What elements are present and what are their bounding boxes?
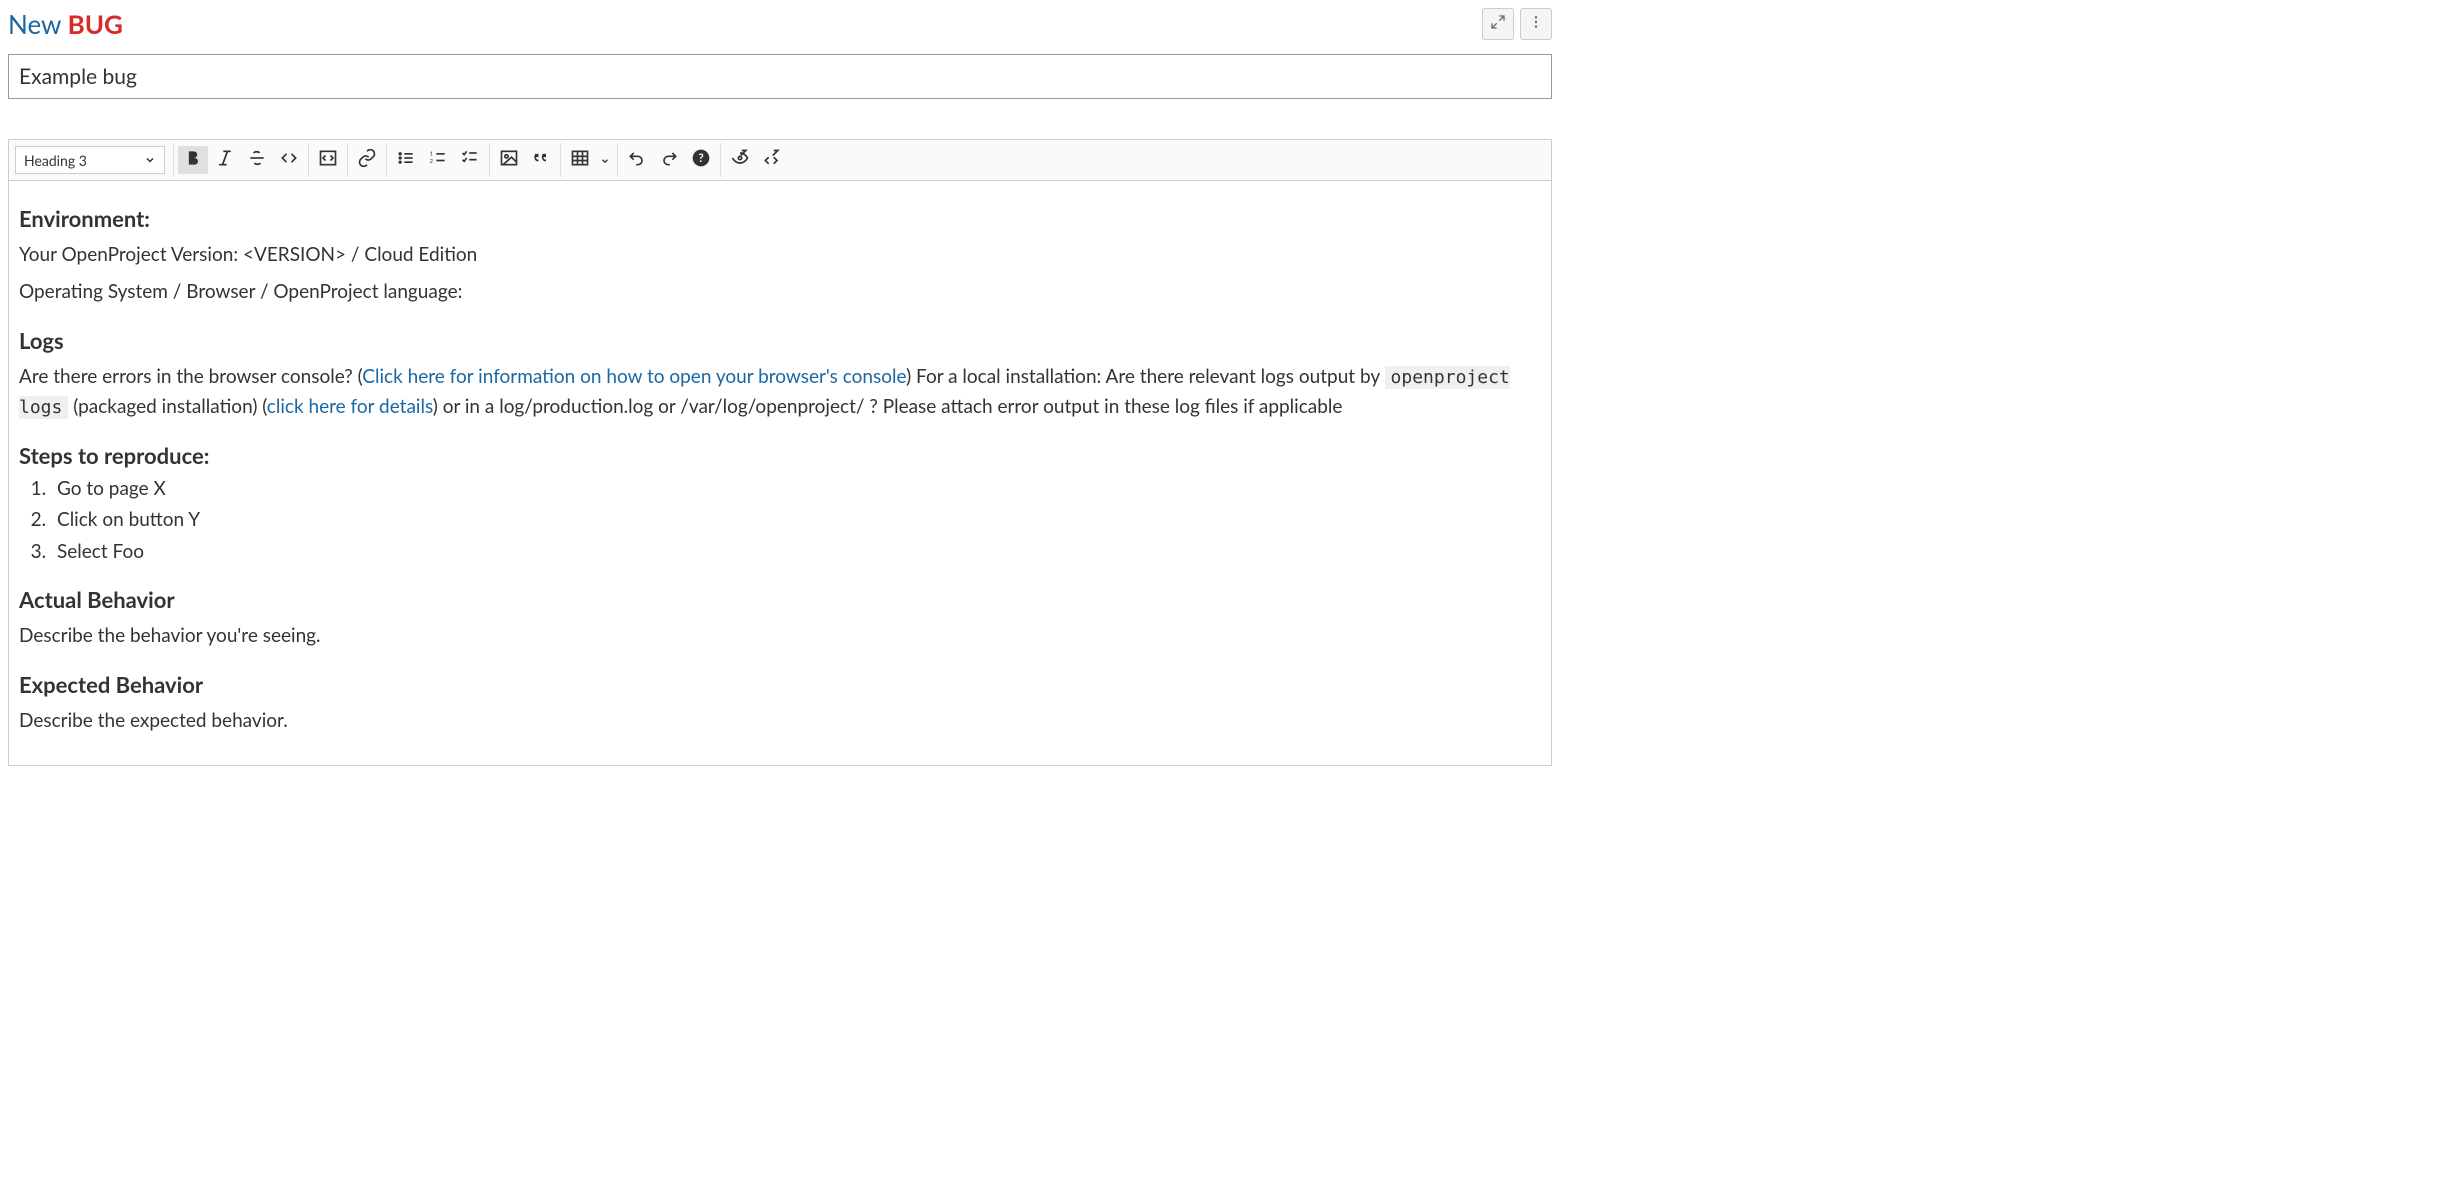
kebab-icon xyxy=(1528,14,1544,34)
bullet-list-icon xyxy=(396,148,416,172)
redo-icon xyxy=(659,148,679,172)
chevron-down-icon xyxy=(144,152,156,169)
rich-text-editor: Heading 3 xyxy=(8,139,1552,766)
image-icon xyxy=(499,148,519,172)
title-type-label: BUG xyxy=(68,8,123,40)
editor-content[interactable]: Environment: Your OpenProject Version: <… xyxy=(9,181,1551,765)
logs-heading: Logs xyxy=(19,327,1541,354)
strikethrough-button[interactable] xyxy=(242,146,272,174)
bold-button[interactable] xyxy=(178,146,208,174)
undo-button[interactable] xyxy=(622,146,652,174)
italic-icon xyxy=(215,148,235,172)
more-actions-button[interactable] xyxy=(1520,8,1552,40)
actual-behavior-heading: Actual Behavior xyxy=(19,586,1541,613)
code-block-icon xyxy=(318,148,338,172)
expected-behavior-text: Describe the expected behavior. xyxy=(19,706,1541,735)
heading-dropdown[interactable]: Heading 3 xyxy=(15,146,165,174)
svg-text:2: 2 xyxy=(430,158,434,165)
table-dropdown-button[interactable] xyxy=(597,146,613,174)
table-button[interactable] xyxy=(565,146,595,174)
title-new-label: New xyxy=(8,8,61,40)
step-item: Go to page X xyxy=(51,475,1541,504)
environment-version-line: Your OpenProject Version: <VERSION> / Cl… xyxy=(19,240,1541,269)
image-button[interactable] xyxy=(494,146,524,174)
expand-icon xyxy=(1490,14,1506,34)
svg-text:?: ? xyxy=(698,151,703,165)
quote-icon xyxy=(531,148,551,172)
help-icon: ? xyxy=(691,148,711,172)
steps-heading: Steps to reproduce: xyxy=(19,442,1541,469)
help-button[interactable]: ? xyxy=(686,146,716,174)
link-button[interactable] xyxy=(352,146,382,174)
environment-os-line: Operating System / Browser / OpenProject… xyxy=(19,277,1541,306)
chevron-down-icon xyxy=(600,151,610,170)
todo-list-icon xyxy=(460,148,480,172)
subject-input[interactable] xyxy=(8,54,1552,99)
logs-console-link[interactable]: Click here for information on how to ope… xyxy=(362,365,906,388)
environment-heading: Environment: xyxy=(19,205,1541,232)
step-item: Select Foo xyxy=(51,538,1541,567)
strikethrough-icon xyxy=(247,148,267,172)
preview-button[interactable] xyxy=(725,146,755,174)
steps-list: Go to page X Click on button Y Select Fo… xyxy=(29,475,1541,567)
table-icon xyxy=(570,148,590,172)
italic-button[interactable] xyxy=(210,146,240,174)
svg-text:1: 1 xyxy=(430,151,433,158)
bullet-list-button[interactable] xyxy=(391,146,421,174)
step-item: Click on button Y xyxy=(51,506,1541,535)
blockquote-button[interactable] xyxy=(526,146,556,174)
source-icon xyxy=(762,148,782,172)
inline-code-button[interactable] xyxy=(274,146,304,174)
link-icon xyxy=(357,148,377,172)
actual-behavior-text: Describe the behavior you're seeing. xyxy=(19,621,1541,650)
numbered-list-button[interactable]: 12 xyxy=(423,146,453,174)
logs-paragraph: Are there errors in the browser console?… xyxy=(19,362,1541,422)
undo-icon xyxy=(627,148,647,172)
source-button[interactable] xyxy=(757,146,787,174)
header-actions xyxy=(1482,8,1552,40)
editor-toolbar: Heading 3 xyxy=(9,140,1551,181)
bold-icon xyxy=(183,148,203,172)
code-icon xyxy=(279,148,299,172)
todo-list-button[interactable] xyxy=(455,146,485,174)
logs-details-link[interactable]: click here for details xyxy=(267,395,433,418)
eye-icon xyxy=(730,148,750,172)
redo-button[interactable] xyxy=(654,146,684,174)
numbered-list-icon: 12 xyxy=(428,148,448,172)
fullscreen-button[interactable] xyxy=(1482,8,1514,40)
expected-behavior-heading: Expected Behavior xyxy=(19,671,1541,698)
page-header: New BUG xyxy=(8,8,1552,40)
code-block-button[interactable] xyxy=(313,146,343,174)
page-title: New BUG xyxy=(8,8,123,40)
heading-dropdown-label: Heading 3 xyxy=(24,152,87,169)
